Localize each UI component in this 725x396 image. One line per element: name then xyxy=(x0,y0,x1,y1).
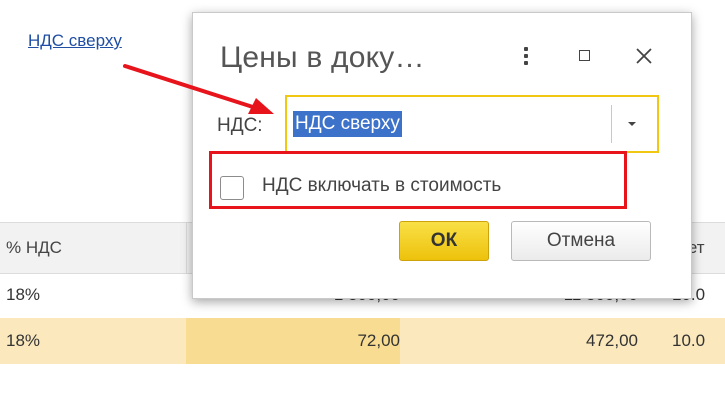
annotation-highlight-box xyxy=(209,151,627,209)
maximize-icon[interactable] xyxy=(570,41,600,71)
ok-button[interactable]: ОК xyxy=(399,221,489,261)
dropdown-arrow-icon[interactable] xyxy=(619,114,649,134)
cell-vat-rate: 18% xyxy=(6,331,41,350)
select-divider xyxy=(611,105,612,143)
vat-mode-link[interactable]: НДС сверху xyxy=(28,31,122,51)
cell-vat-amount: 72,00 xyxy=(186,318,400,364)
dialog-title: Цены в доку… xyxy=(220,41,425,74)
column-header-vat-rate[interactable]: % НДС xyxy=(6,223,184,273)
vat-field-label: НДС: xyxy=(217,115,263,136)
close-icon[interactable] xyxy=(629,41,659,71)
vat-mode-selected-value[interactable]: НДС сверху xyxy=(293,111,402,137)
more-icon[interactable] xyxy=(511,41,541,71)
cell-total: 472,00 xyxy=(586,331,638,350)
vat-mode-select[interactable]: НДС сверху xyxy=(285,95,659,153)
cell-account: 10.0 xyxy=(672,331,706,350)
table-row[interactable]: 18% 72,00 472,00 10.0 xyxy=(0,318,725,364)
cancel-button[interactable]: Отмена xyxy=(511,221,651,261)
cell-vat-rate: 18% xyxy=(6,285,41,304)
